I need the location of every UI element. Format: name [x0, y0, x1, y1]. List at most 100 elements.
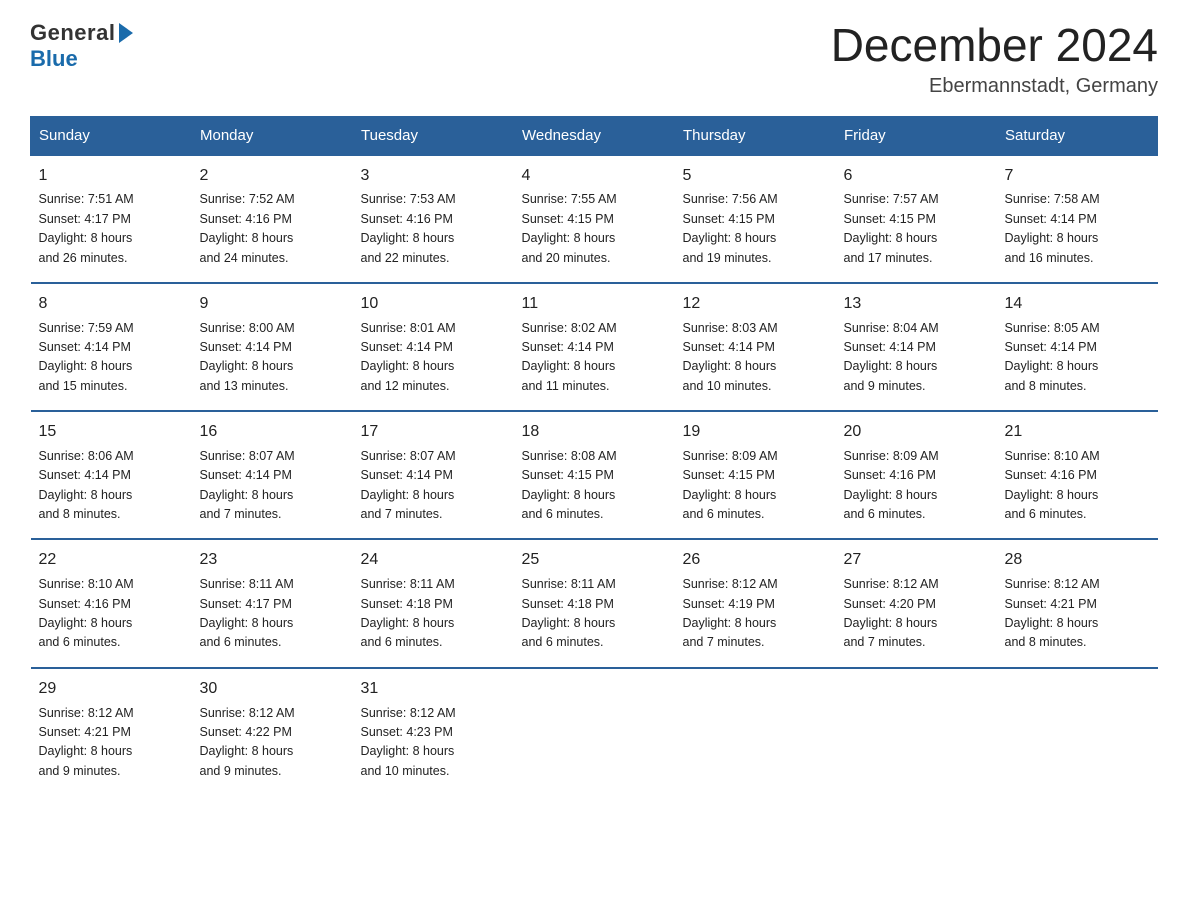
day-info: Sunrise: 8:11 AM Sunset: 4:18 PM Dayligh…: [522, 575, 667, 653]
day-number: 14: [1005, 292, 1150, 317]
calendar-cell: 21Sunrise: 8:10 AM Sunset: 4:16 PM Dayli…: [997, 411, 1158, 539]
day-info: Sunrise: 7:56 AM Sunset: 4:15 PM Dayligh…: [683, 190, 828, 268]
month-title: December 2024: [831, 20, 1158, 71]
day-info: Sunrise: 8:09 AM Sunset: 4:16 PM Dayligh…: [844, 447, 989, 525]
day-info: Sunrise: 8:08 AM Sunset: 4:15 PM Dayligh…: [522, 447, 667, 525]
day-number: 11: [522, 292, 667, 317]
day-number: 12: [683, 292, 828, 317]
day-info: Sunrise: 7:51 AM Sunset: 4:17 PM Dayligh…: [39, 190, 184, 268]
calendar-cell: 15Sunrise: 8:06 AM Sunset: 4:14 PM Dayli…: [31, 411, 192, 539]
day-number: 16: [200, 420, 345, 445]
day-info: Sunrise: 8:12 AM Sunset: 4:20 PM Dayligh…: [844, 575, 989, 653]
day-info: Sunrise: 8:12 AM Sunset: 4:23 PM Dayligh…: [361, 704, 506, 782]
calendar-cell: 1Sunrise: 7:51 AM Sunset: 4:17 PM Daylig…: [31, 155, 192, 283]
week-row-5: 29Sunrise: 8:12 AM Sunset: 4:21 PM Dayli…: [31, 668, 1158, 795]
page-header: General Blue December 2024 Ebermannstadt…: [30, 20, 1158, 98]
calendar-cell: 13Sunrise: 8:04 AM Sunset: 4:14 PM Dayli…: [836, 283, 997, 411]
day-info: Sunrise: 8:04 AM Sunset: 4:14 PM Dayligh…: [844, 319, 989, 397]
header-cell-tuesday: Tuesday: [353, 116, 514, 155]
header-row: SundayMondayTuesdayWednesdayThursdayFrid…: [31, 116, 1158, 155]
day-number: 27: [844, 548, 989, 573]
calendar-cell: 3Sunrise: 7:53 AM Sunset: 4:16 PM Daylig…: [353, 155, 514, 283]
day-info: Sunrise: 8:03 AM Sunset: 4:14 PM Dayligh…: [683, 319, 828, 397]
day-number: 7: [1005, 164, 1150, 189]
calendar-cell: 18Sunrise: 8:08 AM Sunset: 4:15 PM Dayli…: [514, 411, 675, 539]
calendar-cell: 22Sunrise: 8:10 AM Sunset: 4:16 PM Dayli…: [31, 539, 192, 667]
header-cell-thursday: Thursday: [675, 116, 836, 155]
day-number: 6: [844, 164, 989, 189]
day-number: 20: [844, 420, 989, 445]
calendar-cell: 19Sunrise: 8:09 AM Sunset: 4:15 PM Dayli…: [675, 411, 836, 539]
day-number: 31: [361, 677, 506, 702]
calendar-cell: [997, 668, 1158, 795]
header-cell-monday: Monday: [192, 116, 353, 155]
day-info: Sunrise: 8:07 AM Sunset: 4:14 PM Dayligh…: [200, 447, 345, 525]
day-number: 24: [361, 548, 506, 573]
day-info: Sunrise: 8:10 AM Sunset: 4:16 PM Dayligh…: [39, 575, 184, 653]
day-info: Sunrise: 8:12 AM Sunset: 4:21 PM Dayligh…: [39, 704, 184, 782]
location-title: Ebermannstadt, Germany: [831, 75, 1158, 98]
day-number: 1: [39, 164, 184, 189]
calendar-cell: 6Sunrise: 7:57 AM Sunset: 4:15 PM Daylig…: [836, 155, 997, 283]
calendar-cell: 16Sunrise: 8:07 AM Sunset: 4:14 PM Dayli…: [192, 411, 353, 539]
header-cell-saturday: Saturday: [997, 116, 1158, 155]
day-number: 19: [683, 420, 828, 445]
day-info: Sunrise: 8:09 AM Sunset: 4:15 PM Dayligh…: [683, 447, 828, 525]
header-cell-sunday: Sunday: [31, 116, 192, 155]
day-info: Sunrise: 8:12 AM Sunset: 4:22 PM Dayligh…: [200, 704, 345, 782]
calendar-cell: [836, 668, 997, 795]
day-info: Sunrise: 8:05 AM Sunset: 4:14 PM Dayligh…: [1005, 319, 1150, 397]
day-info: Sunrise: 8:06 AM Sunset: 4:14 PM Dayligh…: [39, 447, 184, 525]
day-info: Sunrise: 8:01 AM Sunset: 4:14 PM Dayligh…: [361, 319, 506, 397]
day-number: 18: [522, 420, 667, 445]
calendar-cell: 25Sunrise: 8:11 AM Sunset: 4:18 PM Dayli…: [514, 539, 675, 667]
calendar-cell: 9Sunrise: 8:00 AM Sunset: 4:14 PM Daylig…: [192, 283, 353, 411]
calendar-cell: 7Sunrise: 7:58 AM Sunset: 4:14 PM Daylig…: [997, 155, 1158, 283]
calendar-cell: 26Sunrise: 8:12 AM Sunset: 4:19 PM Dayli…: [675, 539, 836, 667]
day-info: Sunrise: 8:12 AM Sunset: 4:21 PM Dayligh…: [1005, 575, 1150, 653]
logo-general: General: [30, 20, 115, 46]
calendar-cell: 5Sunrise: 7:56 AM Sunset: 4:15 PM Daylig…: [675, 155, 836, 283]
calendar-cell: 4Sunrise: 7:55 AM Sunset: 4:15 PM Daylig…: [514, 155, 675, 283]
day-info: Sunrise: 7:53 AM Sunset: 4:16 PM Dayligh…: [361, 190, 506, 268]
calendar-cell: 27Sunrise: 8:12 AM Sunset: 4:20 PM Dayli…: [836, 539, 997, 667]
calendar-cell: 2Sunrise: 7:52 AM Sunset: 4:16 PM Daylig…: [192, 155, 353, 283]
day-info: Sunrise: 7:55 AM Sunset: 4:15 PM Dayligh…: [522, 190, 667, 268]
day-number: 8: [39, 292, 184, 317]
header-cell-friday: Friday: [836, 116, 997, 155]
calendar-cell: 28Sunrise: 8:12 AM Sunset: 4:21 PM Dayli…: [997, 539, 1158, 667]
day-info: Sunrise: 8:11 AM Sunset: 4:17 PM Dayligh…: [200, 575, 345, 653]
calendar-cell: 10Sunrise: 8:01 AM Sunset: 4:14 PM Dayli…: [353, 283, 514, 411]
day-number: 3: [361, 164, 506, 189]
day-number: 30: [200, 677, 345, 702]
title-block: December 2024 Ebermannstadt, Germany: [831, 20, 1158, 98]
day-number: 9: [200, 292, 345, 317]
week-row-2: 8Sunrise: 7:59 AM Sunset: 4:14 PM Daylig…: [31, 283, 1158, 411]
day-info: Sunrise: 7:59 AM Sunset: 4:14 PM Dayligh…: [39, 319, 184, 397]
calendar-cell: [514, 668, 675, 795]
day-info: Sunrise: 8:11 AM Sunset: 4:18 PM Dayligh…: [361, 575, 506, 653]
day-number: 2: [200, 164, 345, 189]
week-row-1: 1Sunrise: 7:51 AM Sunset: 4:17 PM Daylig…: [31, 155, 1158, 283]
day-info: Sunrise: 8:07 AM Sunset: 4:14 PM Dayligh…: [361, 447, 506, 525]
day-number: 13: [844, 292, 989, 317]
day-number: 25: [522, 548, 667, 573]
logo-blue: Blue: [30, 46, 78, 72]
day-info: Sunrise: 7:52 AM Sunset: 4:16 PM Dayligh…: [200, 190, 345, 268]
calendar-cell: [675, 668, 836, 795]
day-number: 21: [1005, 420, 1150, 445]
day-info: Sunrise: 8:02 AM Sunset: 4:14 PM Dayligh…: [522, 319, 667, 397]
calendar-cell: 8Sunrise: 7:59 AM Sunset: 4:14 PM Daylig…: [31, 283, 192, 411]
day-number: 15: [39, 420, 184, 445]
day-number: 10: [361, 292, 506, 317]
calendar-cell: 30Sunrise: 8:12 AM Sunset: 4:22 PM Dayli…: [192, 668, 353, 795]
calendar-cell: 12Sunrise: 8:03 AM Sunset: 4:14 PM Dayli…: [675, 283, 836, 411]
calendar-cell: 29Sunrise: 8:12 AM Sunset: 4:21 PM Dayli…: [31, 668, 192, 795]
day-number: 26: [683, 548, 828, 573]
day-number: 28: [1005, 548, 1150, 573]
day-number: 23: [200, 548, 345, 573]
day-info: Sunrise: 7:57 AM Sunset: 4:15 PM Dayligh…: [844, 190, 989, 268]
day-info: Sunrise: 8:10 AM Sunset: 4:16 PM Dayligh…: [1005, 447, 1150, 525]
logo: General Blue: [30, 20, 135, 72]
day-number: 22: [39, 548, 184, 573]
